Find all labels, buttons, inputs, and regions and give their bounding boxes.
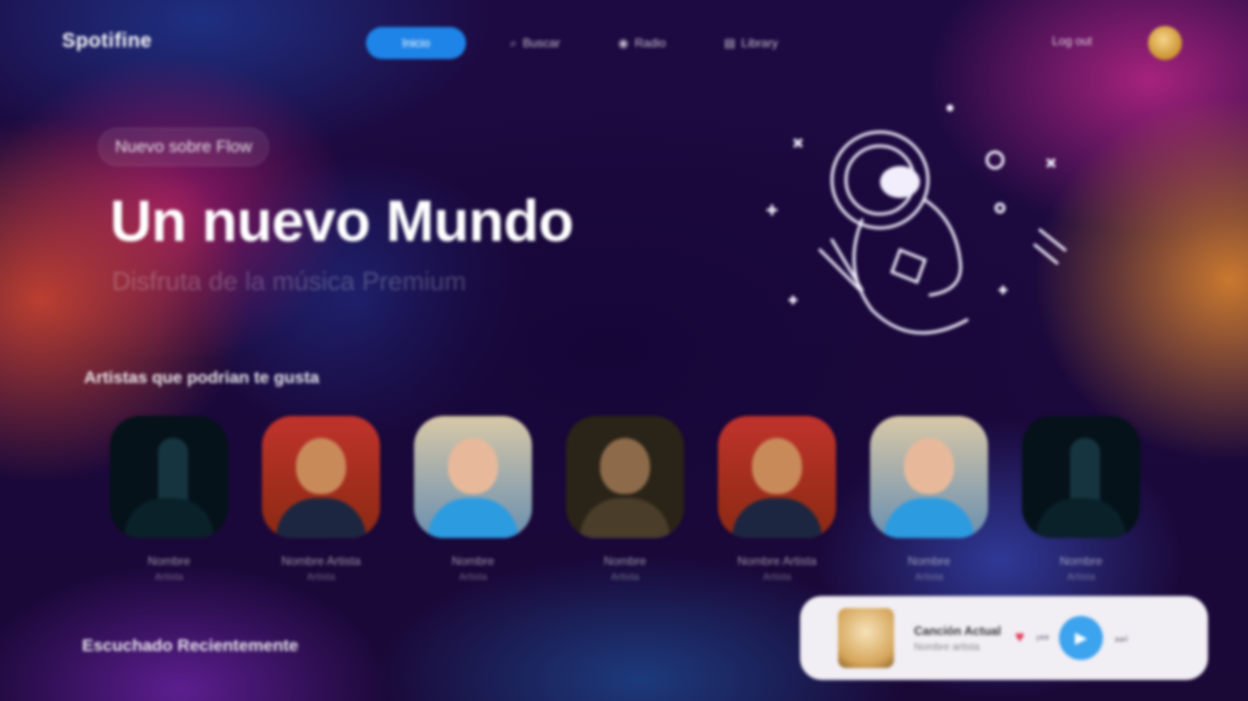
artist-card[interactable]: Nombre Artista [110,416,228,583]
hero-badge[interactable]: Nuevo sobre Flow [98,128,270,166]
artist-card[interactable]: Nombre Artista [870,416,988,583]
artist-photo [262,416,380,538]
artist-card[interactable]: Nombre Artista [1022,416,1140,583]
artist-card[interactable]: Nombre Artista [414,416,532,583]
main-content: Spotifine Inicio ⌕ Buscar ◉ Radio ▤ Libr… [0,0,1248,701]
app-logo[interactable]: Spotifine [62,30,152,53]
album-cover[interactable] [838,608,894,668]
artist-role: Artista [914,572,944,583]
artist-card[interactable]: Nombre Artista [566,416,684,583]
next-icon[interactable]: ⏭ [1115,630,1128,647]
library-icon: ▤ [723,36,736,50]
artist-name: Nombre [1059,554,1103,568]
artists-section-title: Artistas que podrian te gusta [84,368,320,387]
logout-button[interactable]: Log out [1052,34,1092,48]
radio-icon: ◉ [618,36,629,50]
artist-card[interactable]: Nombre Artista Artista [262,416,380,583]
hero-subtitle: Disfruta de la música Premium [112,266,466,296]
artist-role: Artista [458,572,488,583]
nav-item-buscar[interactable]: ⌕ Buscar [496,27,574,59]
now-playing-info: Canción Actual Nombre artista [914,624,1001,653]
artist-photo [110,416,228,538]
recent-section-title: Escuchado Recientemente [82,636,299,655]
artist-role: Artista [762,572,792,583]
play-button[interactable]: ▶ [1059,616,1104,660]
artist-role: Artista [1066,572,1096,583]
artist-photo [870,416,988,538]
astronaut-illustration [766,104,1067,335]
hero-title: Un nuevo Mundo [110,189,574,254]
avatar[interactable] [1148,26,1182,60]
mini-player: Canción Actual Nombre artista ♥ ⏮ ▶ ⏭ [800,596,1208,680]
artist-photo [718,416,836,538]
nav-item-radio[interactable]: ◉ Radio [604,27,680,59]
artist-name: Nombre [907,554,951,568]
artist-name: Nombre [147,554,191,568]
artist-role: Artista [306,572,336,583]
nav-item-label: Buscar [522,36,561,50]
artist-card[interactable]: Nombre Artista Artista [718,416,836,583]
artist-photo [566,416,684,538]
nav-item-label: Library [741,36,778,50]
previous-icon[interactable]: ⏮ [1036,630,1049,647]
artists-row: Nombre Artista Nombre Artista Artista No… [110,416,1140,583]
heart-icon[interactable]: ♥ [1015,629,1025,647]
hero-badge-label: Nuevo sobre Flow [115,137,253,156]
nav-item-label: Radio [634,36,666,50]
artist-role: Artista [610,572,640,583]
song-title: Canción Actual [914,623,1001,638]
top-nav: Inicio ⌕ Buscar ◉ Radio ▤ Library [366,27,792,59]
artist-role: Artista [154,572,184,583]
play-icon: ▶ [1074,630,1088,647]
nav-item-library[interactable]: ▤ Library [710,27,792,59]
song-artist: Nombre artista [914,641,980,653]
artist-name: Nombre Artista [281,554,361,568]
artist-photo [414,416,532,538]
artist-photo [1022,416,1140,538]
search-icon: ⌕ [510,35,517,50]
nav-item-label: Inicio [401,36,430,50]
artist-name: Nombre Artista [737,554,817,568]
artist-name: Nombre [451,554,495,568]
nav-item-inicio[interactable]: Inicio [366,27,466,59]
artist-name: Nombre [603,554,647,568]
